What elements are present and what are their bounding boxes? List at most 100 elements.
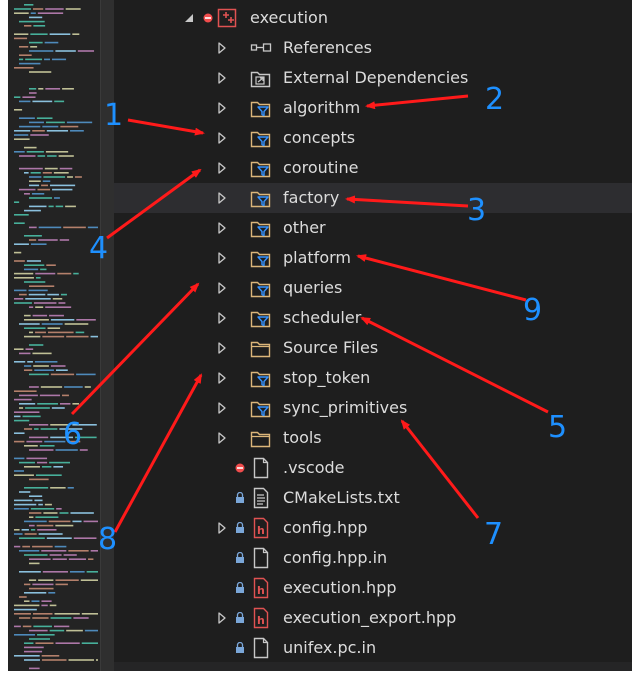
- filter-folder-icon: [250, 247, 272, 269]
- tree-node[interactable]: algorithm: [114, 93, 632, 123]
- tree-node[interactable]: h execution_export.hpp: [114, 603, 632, 633]
- collapsed-arrow-icon[interactable]: [217, 281, 227, 295]
- tree-node-label: sync_primitives: [283, 398, 408, 417]
- collapsed-arrow-icon[interactable]: [217, 71, 227, 85]
- collapsed-arrow-icon[interactable]: [217, 101, 227, 115]
- tree-node[interactable]: concepts: [114, 123, 632, 153]
- tree-node-label: stop_token: [283, 368, 371, 387]
- annotation-number: 1: [104, 98, 124, 133]
- collapsed-arrow-icon[interactable]: [217, 341, 227, 355]
- collapsed-arrow-icon[interactable]: [217, 401, 227, 415]
- excluded-status-icon: [235, 462, 245, 474]
- tree-node[interactable]: other: [114, 213, 632, 243]
- svg-text:h: h: [257, 614, 265, 627]
- tree-node[interactable]: External Dependencies: [114, 63, 632, 93]
- svg-text:h: h: [257, 584, 265, 597]
- tree-node-label: tools: [283, 428, 322, 447]
- tree-node-label: coroutine: [283, 158, 359, 177]
- file-icon: [250, 547, 272, 569]
- filter-folder-icon: [250, 397, 272, 419]
- tree-node-label: other: [283, 218, 326, 237]
- lock-icon: [235, 492, 245, 504]
- tree-node[interactable]: config.hpp.in: [114, 543, 632, 573]
- filter-folder-icon: [250, 97, 272, 119]
- annotation-number: 8: [98, 522, 118, 557]
- tree-node[interactable]: stop_token: [114, 363, 632, 393]
- collapsed-arrow-icon[interactable]: [217, 221, 227, 235]
- collapsed-arrow-icon[interactable]: [217, 611, 227, 625]
- annotation-number: 4: [89, 231, 109, 266]
- external-dependencies-icon: [250, 67, 272, 89]
- tree-node-label: execution: [250, 8, 328, 27]
- tree-node-label: execution.hpp: [283, 578, 397, 597]
- svg-text:h: h: [257, 524, 265, 537]
- file-icon: [250, 457, 272, 479]
- filter-folder-icon: [250, 157, 272, 179]
- tree-node-root[interactable]: execution: [114, 3, 632, 33]
- lock-icon: [235, 552, 245, 564]
- collapsed-arrow-icon[interactable]: [217, 251, 227, 265]
- tree-node[interactable]: h config.hpp: [114, 513, 632, 543]
- collapsed-arrow-icon[interactable]: [217, 431, 227, 445]
- filter-folder-icon: [250, 217, 272, 239]
- annotation-number: 6: [63, 417, 83, 452]
- annotation-number: 7: [484, 517, 504, 552]
- tree-node[interactable]: h execution.hpp: [114, 573, 632, 603]
- collapsed-arrow-icon[interactable]: [217, 41, 227, 55]
- tree-node-label: scheduler: [283, 308, 362, 327]
- annotation-number: 3: [467, 193, 487, 228]
- tree-node[interactable]: Source Files: [114, 333, 632, 363]
- filter-folder-icon: [250, 277, 272, 299]
- lock-icon: [235, 642, 245, 654]
- lock-icon: [235, 612, 245, 624]
- filter-folder-icon: [250, 127, 272, 149]
- collapsed-arrow-icon[interactable]: [217, 311, 227, 325]
- file-icon: [250, 637, 272, 659]
- tree-node[interactable]: queries: [114, 273, 632, 303]
- tree-node-label: .vscode: [283, 458, 345, 477]
- filter-folder-icon: [250, 307, 272, 329]
- tree-node-label: References: [283, 38, 372, 57]
- collapsed-arrow-icon[interactable]: [217, 131, 227, 145]
- cmake-project-icon: [216, 7, 238, 29]
- tree-node[interactable]: unifex.pc.in: [114, 633, 632, 663]
- screenshot-frame: execution References External Dependenci…: [8, 0, 632, 671]
- annotation-number: 2: [485, 82, 505, 117]
- tree-node-label: platform: [283, 248, 351, 267]
- folder-icon: [250, 427, 272, 449]
- tree-node-label: CMakeLists.txt: [283, 488, 400, 507]
- annotation-number: 9: [523, 293, 543, 328]
- folder-icon: [250, 337, 272, 359]
- header-file-icon: h: [250, 607, 272, 629]
- expanded-arrow-icon[interactable]: [184, 11, 194, 25]
- tree-node-label: algorithm: [283, 98, 361, 117]
- collapsed-arrow-icon[interactable]: [217, 191, 227, 205]
- collapsed-arrow-icon[interactable]: [217, 521, 227, 535]
- tree-node[interactable]: scheduler: [114, 303, 632, 333]
- text-file-icon: [250, 487, 272, 509]
- tree-node[interactable]: factory: [114, 183, 632, 213]
- minimap-code-lines: [14, 4, 98, 670]
- tree-node[interactable]: platform: [114, 243, 632, 273]
- references-icon: [250, 37, 272, 59]
- tree-node-label: unifex.pc.in: [283, 638, 377, 657]
- tree-node-label: queries: [283, 278, 343, 297]
- tree-node-label: concepts: [283, 128, 356, 147]
- solution-explorer-tree: execution References External Dependenci…: [114, 0, 632, 671]
- tree-node-label: execution_export.hpp: [283, 608, 457, 627]
- tree-node-label: External Dependencies: [283, 68, 469, 87]
- tree-node-label: factory: [283, 188, 340, 207]
- code-minimap[interactable]: [8, 0, 100, 671]
- excluded-status-icon: [203, 12, 213, 24]
- tree-node[interactable]: References: [114, 33, 632, 63]
- collapsed-arrow-icon[interactable]: [217, 161, 227, 175]
- tree-node[interactable]: CMakeLists.txt: [114, 483, 632, 513]
- partially-visible-row: [114, 662, 632, 671]
- header-file-icon: h: [250, 517, 272, 539]
- lock-icon: [235, 582, 245, 594]
- tree-node[interactable]: coroutine: [114, 153, 632, 183]
- collapsed-arrow-icon[interactable]: [217, 371, 227, 385]
- tree-node[interactable]: .vscode: [114, 453, 632, 483]
- filter-folder-icon: [250, 367, 272, 389]
- tree-node-label: Source Files: [283, 338, 379, 357]
